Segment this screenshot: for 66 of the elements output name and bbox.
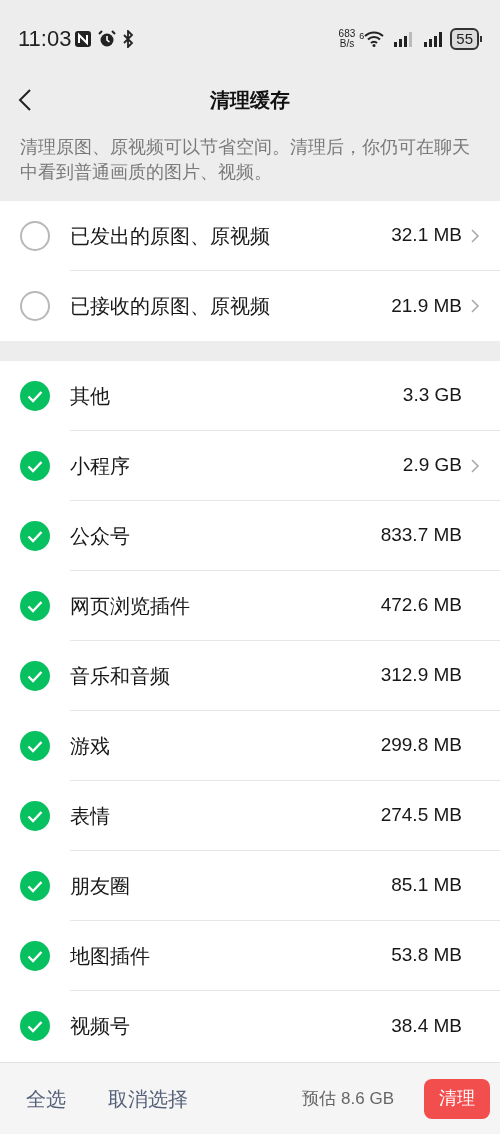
item-label: 地图插件 — [70, 943, 151, 969]
item-size: 274.5 MB — [380, 803, 462, 828]
item-label: 游戏 — [70, 733, 111, 759]
description-text: 清理原图、原视频可以节省空间。清理后，你仍可在聊天中看到普通画质的图片、视频。 — [19, 136, 471, 184]
checkbox[interactable] — [20, 521, 50, 551]
status-time: 11:03 — [18, 25, 72, 53]
list-item[interactable]: 视频号 38.4 MB — [0, 991, 500, 1061]
list-item[interactable]: 已发出的原图、原视频 32.1 MB — [0, 201, 500, 271]
list-item[interactable]: 朋友圈 85.1 MB — [0, 851, 500, 921]
list-item[interactable]: 游戏 299.8 MB — [0, 711, 500, 781]
nfc-icon — [74, 29, 93, 48]
item-size: 85.1 MB — [391, 873, 462, 898]
item-size: 299.8 MB — [380, 733, 462, 758]
item-size: 32.1 MB — [391, 223, 462, 248]
list-item[interactable]: 表情 274.5 MB — [0, 781, 500, 851]
checkbox[interactable] — [20, 731, 50, 761]
item-size: 472.6 MB — [380, 593, 462, 618]
checkbox[interactable] — [20, 591, 50, 621]
clean-button[interactable]: 清理 — [424, 1078, 490, 1119]
list-item[interactable]: 已接收的原图、原视频 21.9 MB — [0, 271, 500, 341]
checkbox[interactable] — [20, 801, 50, 831]
item-label: 网页浏览插件 — [70, 593, 191, 619]
item-size: 3.3 GB — [402, 383, 462, 408]
bluetooth-icon — [122, 29, 135, 48]
item-label: 已接收的原图、原视频 — [70, 294, 271, 319]
deselect-button[interactable]: 取消选择 — [108, 1083, 188, 1114]
list-item[interactable]: 其他 3.3 GB — [0, 361, 500, 431]
checkbox[interactable] — [20, 871, 50, 901]
network-speed: 683 — [338, 28, 356, 39]
item-label: 表情 — [70, 803, 111, 829]
estimate-text: 预估 8.6 GB — [302, 1087, 394, 1110]
item-size: 312.9 MB — [380, 663, 462, 688]
list-item[interactable]: 小程序 2.9 GB — [0, 431, 500, 501]
checkbox[interactable] — [20, 291, 50, 321]
alarm-icon — [98, 29, 117, 48]
list-item[interactable]: 公众号 833.7 MB — [0, 501, 500, 571]
battery-indicator: 55 — [450, 27, 482, 50]
list-item[interactable]: 地图插件 53.8 MB — [0, 921, 500, 991]
item-label: 小程序 — [70, 453, 131, 479]
item-label: 公众号 — [70, 523, 131, 549]
list-item[interactable]: 网页浏览插件 472.6 MB — [0, 571, 500, 641]
item-size: 2.9 GB — [402, 453, 462, 478]
item-label: 其他 — [70, 383, 111, 409]
item-size: 53.8 MB — [391, 943, 462, 968]
signal-icon — [394, 30, 415, 47]
item-label: 音乐和音频 — [70, 663, 171, 689]
checkbox[interactable] — [20, 661, 50, 691]
select-all-button[interactable]: 全选 — [26, 1083, 66, 1114]
list-item[interactable]: 音乐和音频 312.9 MB — [0, 641, 500, 711]
wifi-icon — [364, 30, 385, 47]
back-icon[interactable] — [18, 88, 32, 112]
network-speed-unit: B/s — [339, 38, 355, 49]
checkbox[interactable] — [20, 1011, 50, 1041]
checkbox[interactable] — [20, 381, 50, 411]
checkbox[interactable] — [20, 221, 50, 251]
item-label: 视频号 — [70, 1014, 131, 1039]
item-size: 833.7 MB — [380, 523, 462, 548]
checkbox[interactable] — [20, 941, 50, 971]
item-label: 朋友圈 — [70, 873, 131, 899]
wifi-label: 6 — [359, 30, 365, 43]
page-title: 清理缓存 — [210, 88, 290, 113]
signal-icon — [424, 30, 445, 47]
item-size: 21.9 MB — [391, 293, 462, 318]
checkbox[interactable] — [20, 451, 50, 481]
item-label: 已发出的原图、原视频 — [70, 223, 271, 249]
item-size: 38.4 MB — [391, 1013, 462, 1038]
